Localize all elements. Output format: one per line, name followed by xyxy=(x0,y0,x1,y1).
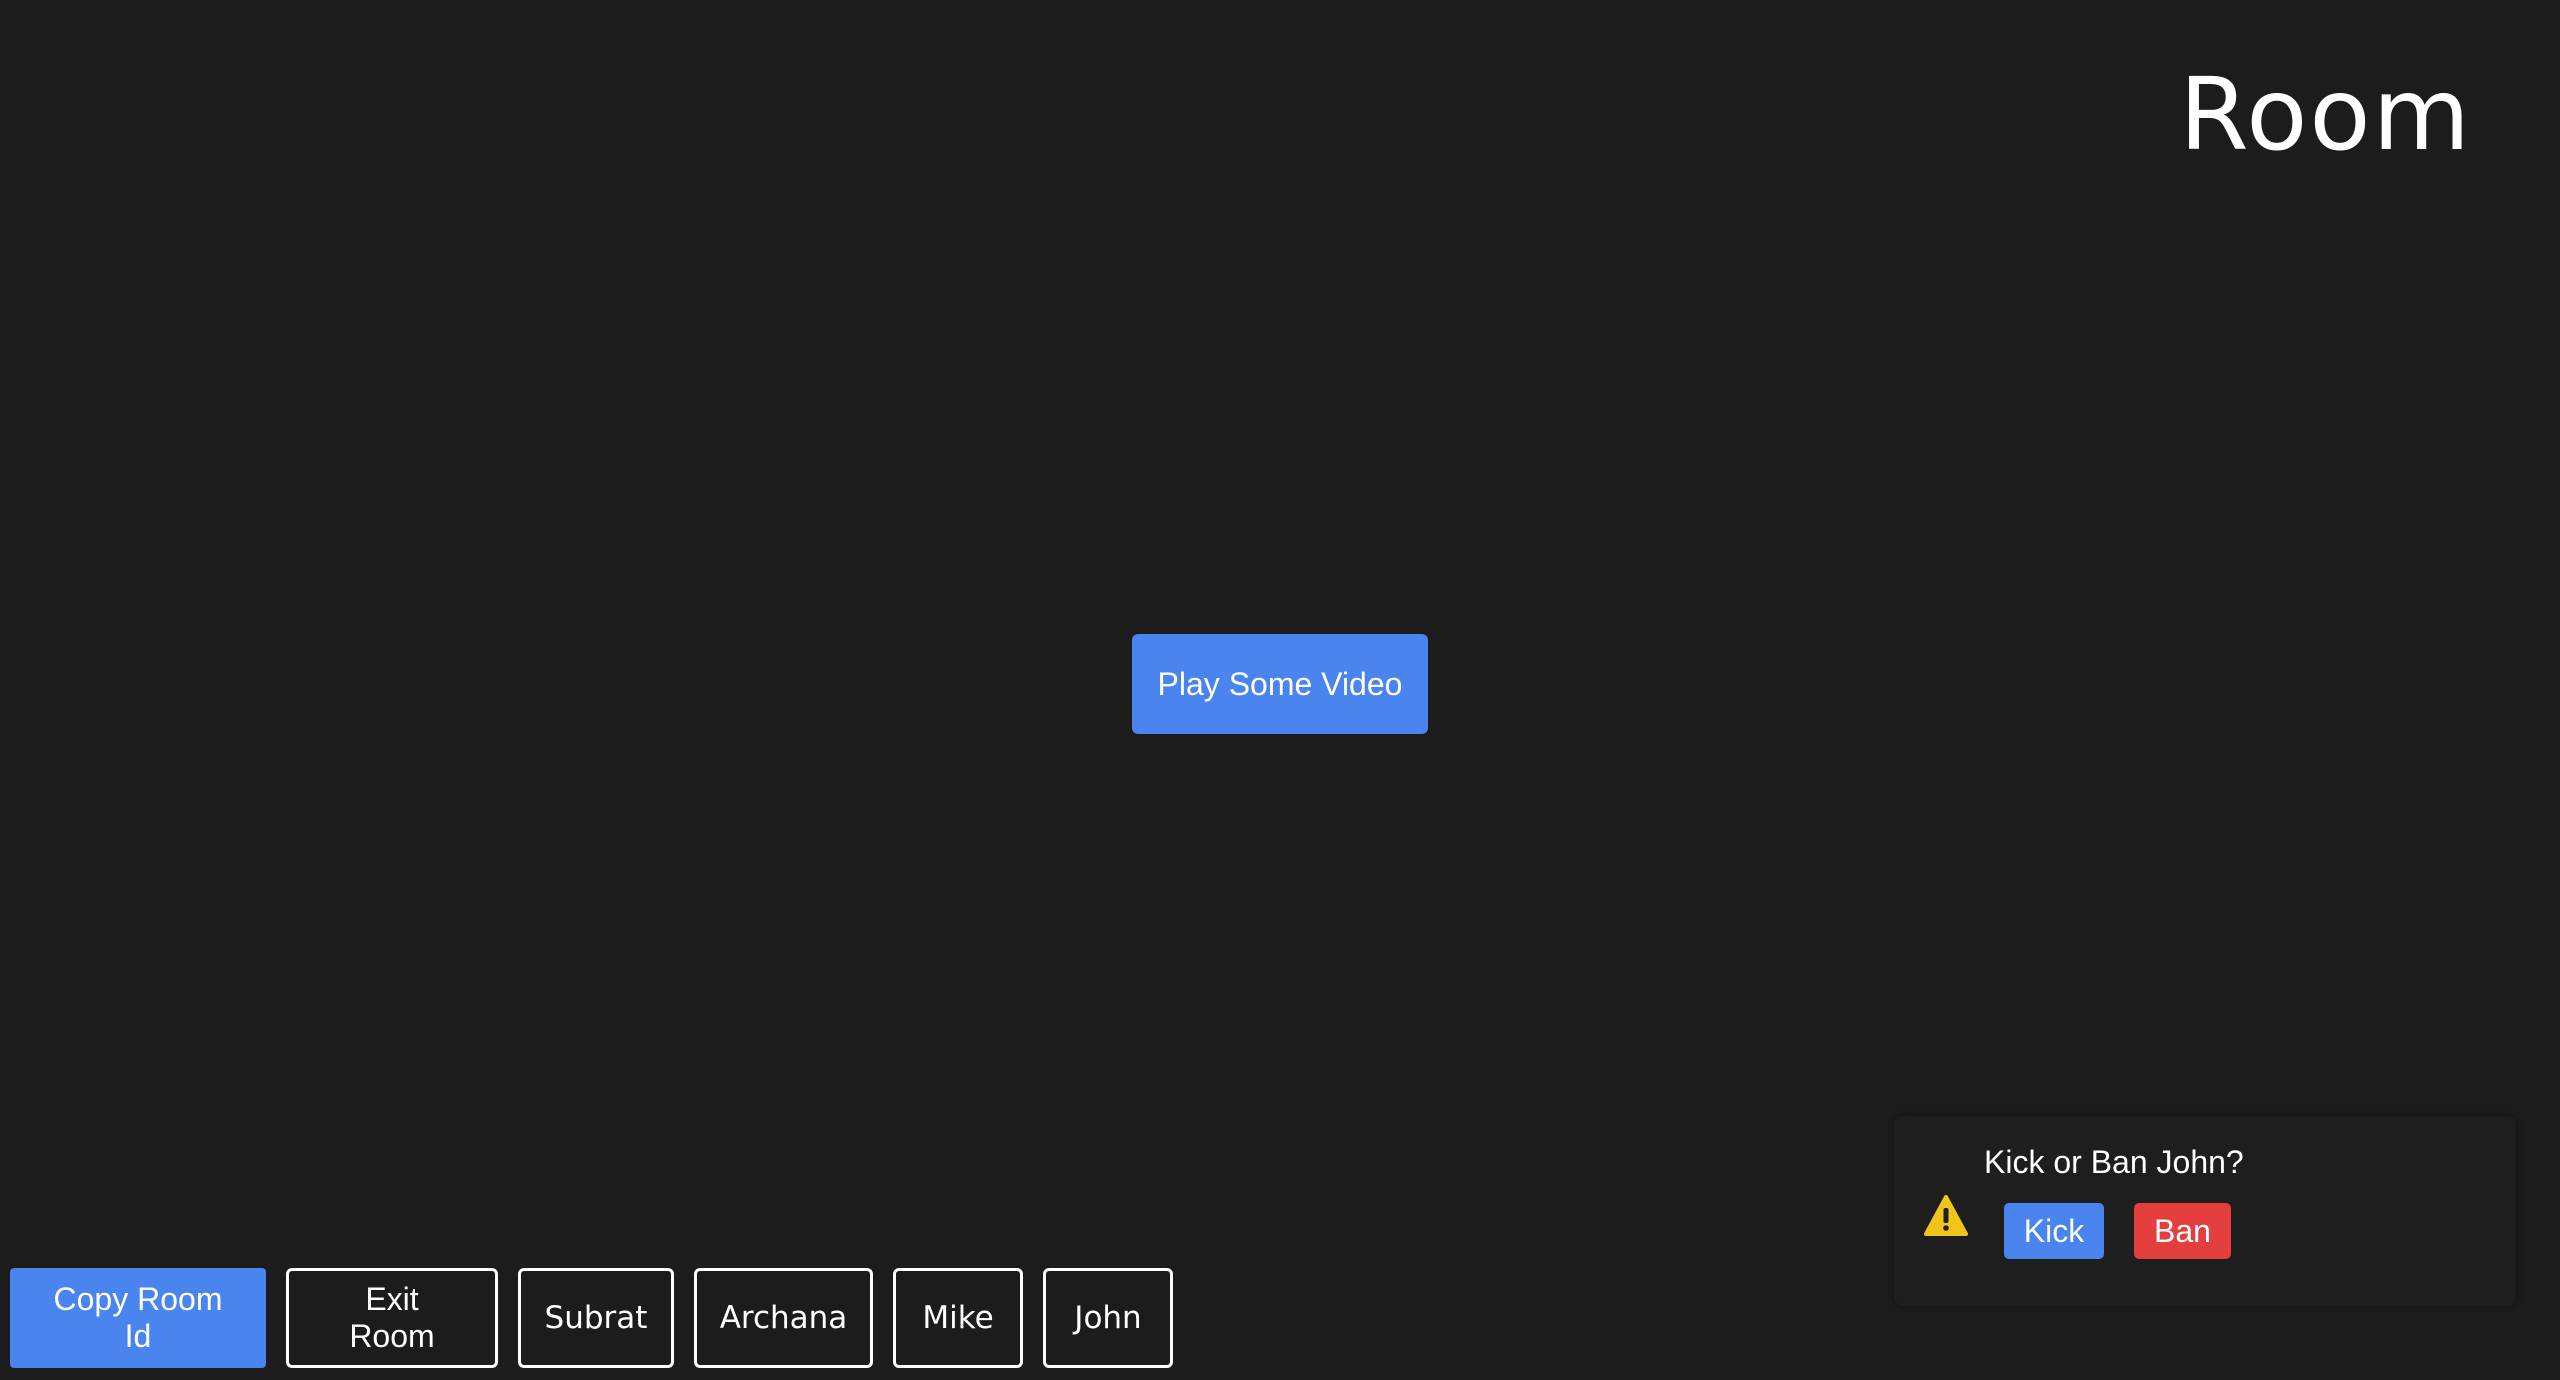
room-page: Room Play Some Video Copy Room Id Exit R… xyxy=(0,0,2560,1380)
kick-ban-toast: Kick or Ban John? Kick Ban xyxy=(1894,1116,2516,1306)
member-button-subrat[interactable]: Subrat xyxy=(518,1268,674,1368)
exit-room-button[interactable]: Exit Room xyxy=(286,1268,498,1368)
toast-actions: Kick Ban xyxy=(2004,1203,2231,1259)
member-button-mike[interactable]: Mike xyxy=(893,1268,1023,1368)
copy-room-id-button[interactable]: Copy Room Id xyxy=(10,1268,266,1368)
kick-button[interactable]: Kick xyxy=(2004,1203,2104,1259)
toast-message: Kick or Ban John? xyxy=(1984,1144,2244,1180)
play-video-button[interactable]: Play Some Video xyxy=(1132,634,1428,734)
page-title: Room xyxy=(2179,56,2472,173)
member-button-john[interactable]: John xyxy=(1043,1268,1173,1368)
member-button-archana[interactable]: Archana xyxy=(694,1268,873,1368)
warning-icon xyxy=(1924,1194,1968,1238)
ban-button[interactable]: Ban xyxy=(2134,1203,2231,1259)
bottom-action-bar: Copy Room Id Exit Room Subrat Archana Mi… xyxy=(10,1268,1173,1368)
